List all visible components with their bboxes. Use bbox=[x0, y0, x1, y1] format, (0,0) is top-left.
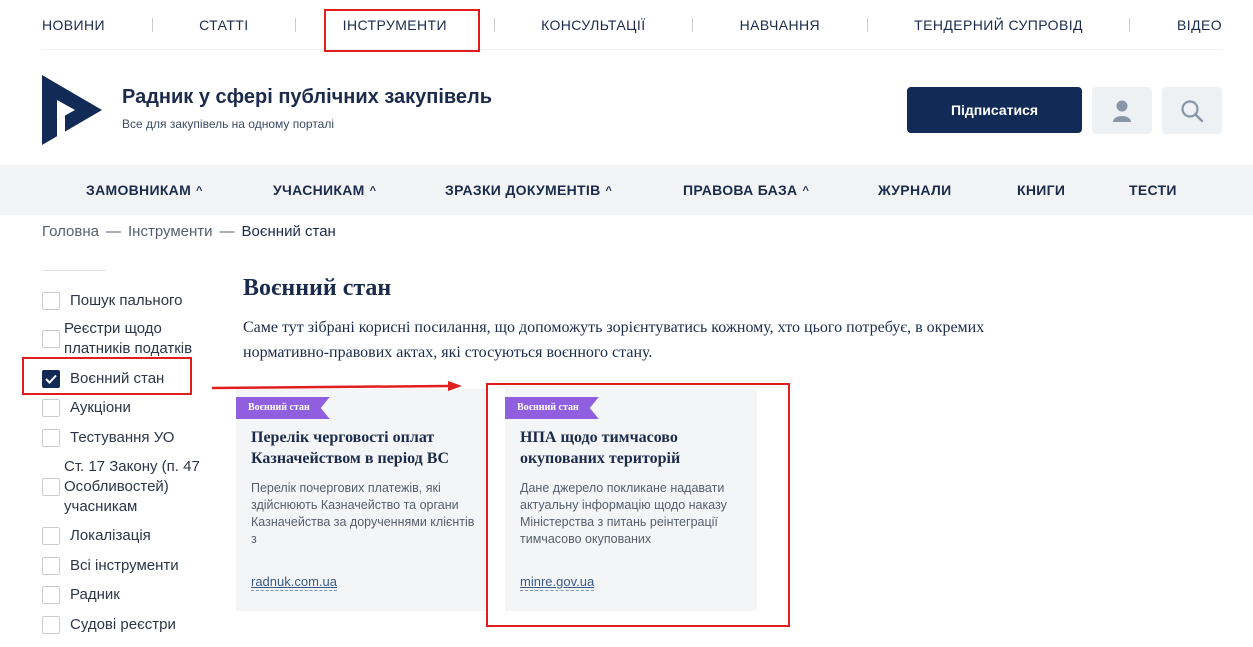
topnav-separator bbox=[295, 17, 297, 32]
topnav-separator bbox=[692, 17, 694, 32]
topnav-articles[interactable]: СТАТТІ bbox=[199, 17, 248, 33]
filter-court-registries[interactable]: Судові реєстри bbox=[42, 615, 176, 635]
filter-label: Локалізація bbox=[70, 527, 151, 544]
annotation-arrow bbox=[212, 381, 462, 391]
category-tag[interactable]: Воєнний стан bbox=[505, 397, 599, 419]
top-navigation: НОВИНИ СТАТТІ ІНСТРУМЕНТИ КОНСУЛЬТАЦІЇ Н… bbox=[42, 0, 1222, 50]
filter-label: Ст. 17 Закону (п. 47 Особливостей) учасн… bbox=[64, 458, 200, 515]
card-title[interactable]: НПА щодо тимчасово окупованих територій bbox=[520, 427, 745, 469]
filter-martial-law[interactable]: Воєнний стан bbox=[42, 369, 164, 389]
topnav-video[interactable]: ВІДЕО bbox=[1177, 17, 1222, 33]
filter-localization[interactable]: Локалізація bbox=[42, 526, 151, 546]
breadcrumb-separator: — bbox=[106, 223, 121, 240]
topnav-separator bbox=[151, 17, 153, 32]
filter-label: Аукціони bbox=[70, 399, 131, 416]
checkbox[interactable] bbox=[42, 616, 60, 634]
filter-label: Радник bbox=[70, 586, 120, 603]
mainnav-legal-base[interactable]: ПРАВОВА БАЗА ^ bbox=[683, 165, 809, 215]
mainnav-label: ЗРАЗКИ ДОКУМЕНТІВ bbox=[445, 182, 601, 198]
filter-all-tools[interactable]: Всі інструменти bbox=[42, 556, 179, 576]
check-icon bbox=[45, 374, 57, 384]
topnav-separator bbox=[493, 17, 495, 32]
filter-auctions[interactable]: Аукціони bbox=[42, 398, 131, 418]
card-description: Перелік почергових платежів, які здійсню… bbox=[251, 481, 475, 546]
filter-label: Пошук пального bbox=[70, 292, 183, 309]
site-title[interactable]: Радник у сфері публічних закупівель bbox=[122, 86, 492, 109]
search-button[interactable] bbox=[1162, 87, 1222, 134]
topnav-tools[interactable]: ІНСТРУМЕНТИ bbox=[343, 17, 447, 33]
page-intro: Саме тут зібрані корисні посилання, що д… bbox=[243, 319, 985, 361]
filter-label: Воєнний стан bbox=[70, 370, 165, 387]
mainnav-document-samples[interactable]: ЗРАЗКИ ДОКУМЕНТІВ ^ bbox=[445, 165, 612, 215]
user-icon bbox=[1113, 100, 1131, 122]
filter-label: Реєстри щодо платників податків bbox=[64, 320, 193, 357]
filter-label: Тестування УО bbox=[70, 429, 175, 446]
filter-article-17[interactable]: Ст. 17 Закону (п. 47 Особливостей) учасн… bbox=[42, 457, 209, 517]
breadcrumb-current: Воєнний стан bbox=[241, 223, 336, 240]
topnav-separator bbox=[1129, 17, 1131, 32]
checkbox[interactable] bbox=[42, 478, 60, 496]
category-tag[interactable]: Воєнний стан bbox=[236, 397, 330, 419]
sidebar-divider bbox=[42, 270, 106, 271]
topnav-consultations[interactable]: КОНСУЛЬТАЦІЇ bbox=[541, 17, 645, 33]
mainnav-label: УЧАСНИКАМ bbox=[273, 182, 365, 198]
site-subtitle: Все для закупівель на одному порталі bbox=[122, 117, 335, 131]
breadcrumb-tools[interactable]: Інструменти bbox=[128, 223, 213, 240]
filter-testing[interactable]: Тестування УО bbox=[42, 428, 174, 448]
filter-fuel-search[interactable]: Пошук пального bbox=[42, 291, 183, 311]
breadcrumb: Головна — Інструменти — Воєнний стан bbox=[42, 223, 336, 240]
mainnav-customers[interactable]: ЗАМОВНИКАМ ^ bbox=[86, 165, 203, 215]
checkbox[interactable] bbox=[42, 330, 60, 348]
mainnav-label: ЗАМОВНИКАМ bbox=[86, 182, 192, 198]
filter-label: Всі інструменти bbox=[70, 557, 179, 574]
filter-label: Судові реєстри bbox=[70, 616, 176, 633]
account-button[interactable] bbox=[1092, 87, 1152, 134]
card-source-link[interactable]: radnuk.com.ua bbox=[251, 574, 337, 591]
breadcrumb-separator: — bbox=[219, 223, 235, 240]
filter-taxpayer-registries[interactable]: Реєстри щодо платників податків bbox=[42, 319, 214, 359]
topnav-separator bbox=[866, 17, 868, 32]
checkbox[interactable] bbox=[42, 557, 60, 575]
topnav-tender-support[interactable]: ТЕНДЕРНИЙ СУПРОВІД bbox=[914, 17, 1083, 33]
card-description: Дане джерело покликане надавати актуальн… bbox=[520, 481, 727, 546]
main-navigation: ЗАМОВНИКАМ ^ УЧАСНИКАМ ^ ЗРАЗКИ ДОКУМЕНТІВ… bbox=[0, 165, 1253, 215]
chevron-up-icon: ^ bbox=[196, 185, 203, 197]
tool-card[interactable]: Воєнний стан НПА щодо тимчасово окупован… bbox=[505, 389, 757, 611]
mainnav-tests[interactable]: ТЕСТИ bbox=[1129, 165, 1177, 215]
radnyk-logo[interactable] bbox=[42, 75, 102, 145]
card-title[interactable]: Перелік черговості оплат Казначейством в… bbox=[251, 427, 476, 469]
subscribe-button[interactable]: Підписатися bbox=[907, 87, 1082, 133]
checkbox[interactable] bbox=[42, 527, 60, 545]
checkbox[interactable] bbox=[42, 586, 60, 604]
chevron-up-icon: ^ bbox=[802, 185, 810, 197]
mainnav-books[interactable]: КНИГИ bbox=[1017, 165, 1065, 215]
card-source-link[interactable]: minre.gov.ua bbox=[520, 574, 595, 591]
mainnav-participants[interactable]: УЧАСНИКАМ ^ bbox=[273, 165, 376, 215]
filter-radnyk[interactable]: Радник bbox=[42, 585, 120, 605]
chevron-up-icon: ^ bbox=[369, 185, 377, 197]
checkbox[interactable] bbox=[42, 429, 60, 447]
breadcrumb-home[interactable]: Головна bbox=[42, 223, 99, 240]
page-title: Воєнний стан bbox=[243, 275, 392, 301]
tool-card[interactable]: Воєнний стан Перелік черговості оплат Ка… bbox=[236, 389, 488, 611]
mainnav-journals[interactable]: ЖУРНАЛИ bbox=[878, 165, 951, 215]
mainnav-label: ПРАВОВА БАЗА bbox=[683, 182, 798, 198]
topnav-news[interactable]: НОВИНИ bbox=[42, 17, 105, 33]
chevron-up-icon: ^ bbox=[605, 185, 613, 197]
topnav-training[interactable]: НАВЧАННЯ bbox=[740, 17, 820, 33]
search-icon bbox=[1181, 99, 1204, 122]
checkbox-checked[interactable] bbox=[42, 370, 60, 388]
checkbox[interactable] bbox=[42, 399, 60, 417]
checkbox[interactable] bbox=[42, 292, 60, 310]
